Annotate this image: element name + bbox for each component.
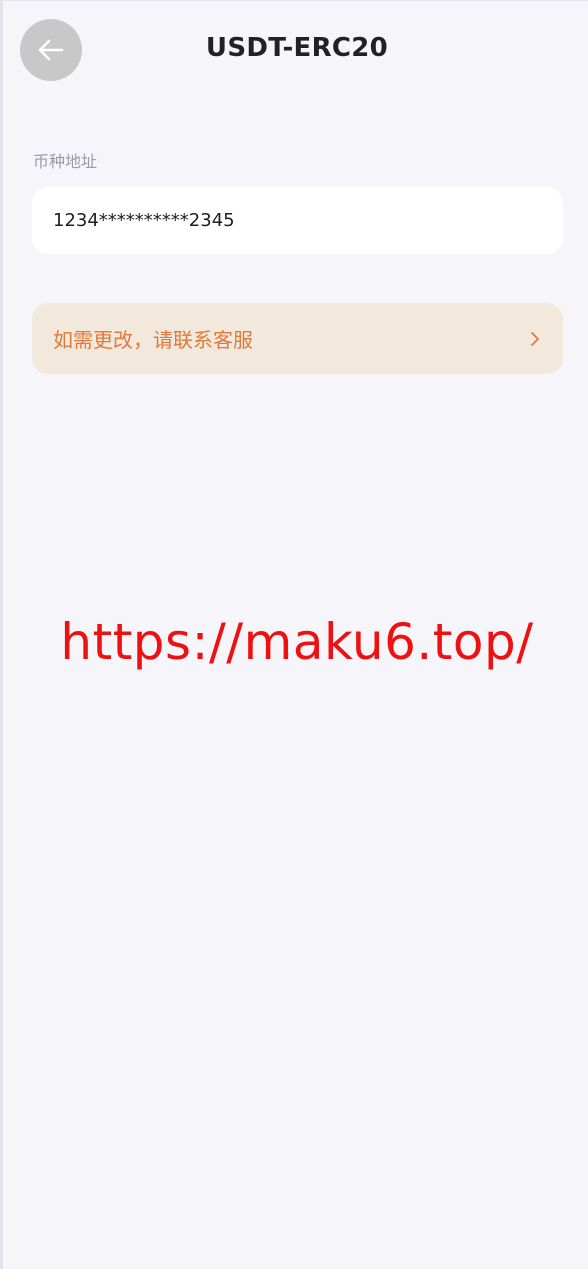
address-field: 1234**********2345 <box>32 187 563 254</box>
chevron-right-icon <box>529 330 541 348</box>
contact-support-label: 如需更改，请联系客服 <box>53 328 253 352</box>
page-title: USDT-ERC20 <box>205 33 389 63</box>
contact-support-button[interactable]: 如需更改，请联系客服 <box>32 303 563 374</box>
watermark-url: https://maku6.top/ <box>60 613 534 671</box>
header: USDT-ERC20 <box>3 1 588 101</box>
address-label: 币种地址 <box>33 152 98 171</box>
address-value: 1234**********2345 <box>53 210 235 231</box>
